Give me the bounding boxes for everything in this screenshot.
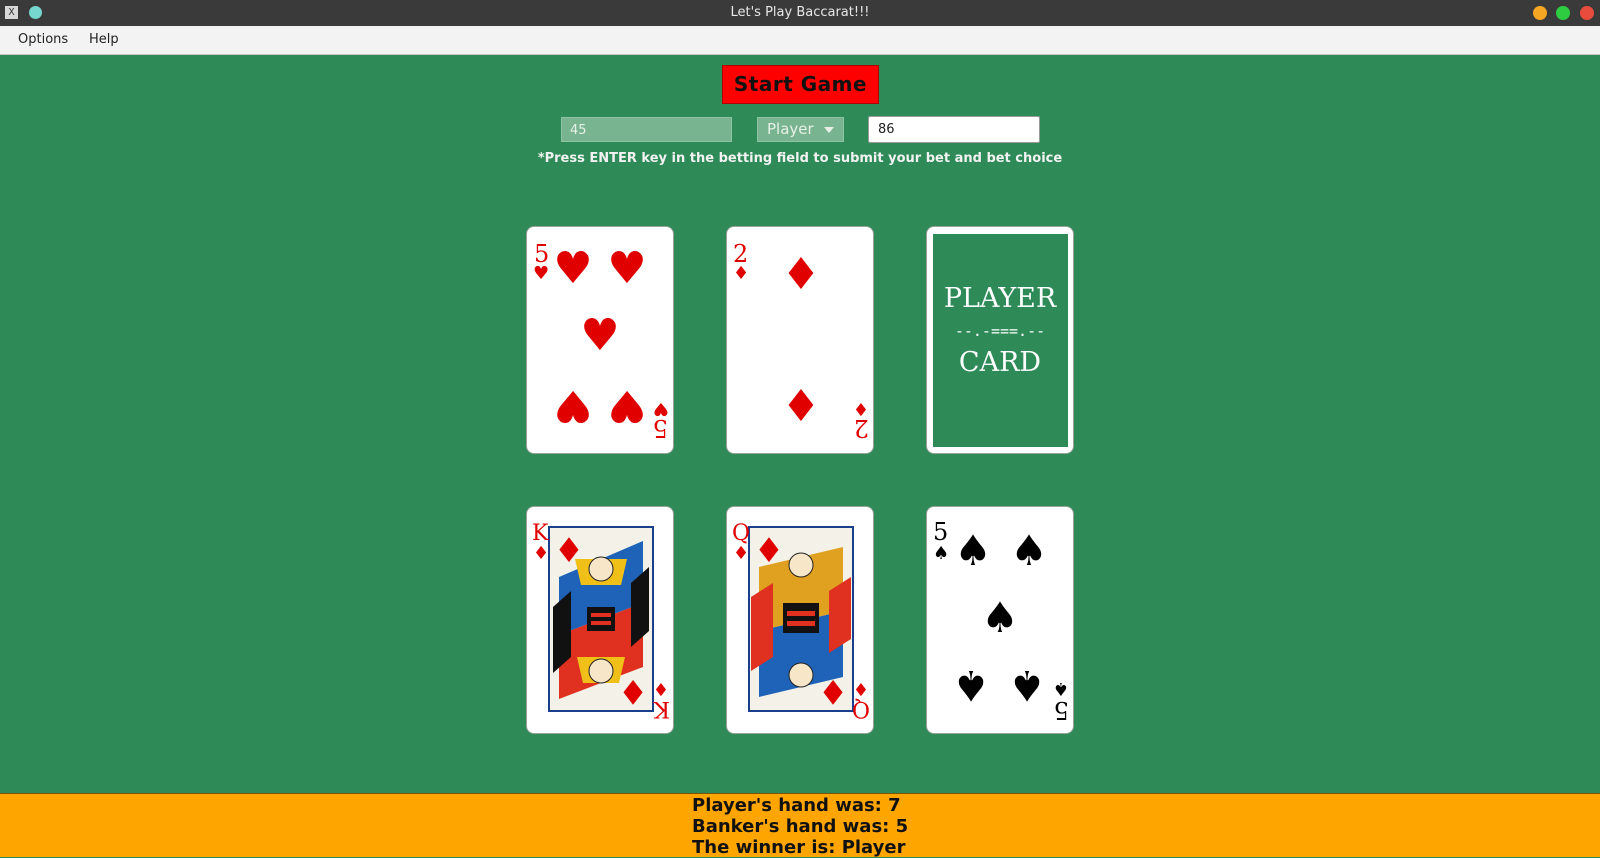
player-card-3-face-down: PLAYER --.-===.-- CARD [926, 226, 1074, 454]
player-card-2: 2 ♦ 2 ♦ ♦ ♦ [726, 226, 874, 454]
close-button[interactable] [1580, 6, 1594, 20]
spade-pip-icon: ♠ [1008, 661, 1046, 710]
diamond-pip-icon: ♦ [554, 531, 584, 571]
maximize-button[interactable] [1556, 6, 1570, 20]
bet-field[interactable]: 45 [561, 117, 732, 142]
results-panel: Player's hand was: 7 Banker's hand was: … [0, 793, 1600, 858]
title-bar: X Let's Play Baccarat!!! [0, 0, 1600, 26]
diamond-pip-icon: ♦ [754, 531, 784, 571]
winner-result: The winner is: Player [692, 837, 906, 858]
card-back-divider: --.-===.-- [955, 322, 1045, 340]
card-suit-icon: ♠ [933, 543, 949, 564]
card-suit-icon: ♥ [533, 263, 549, 284]
card-suit-icon: ♠ [1053, 678, 1069, 699]
banker-card-3: 5 ♠ 5 ♠ ♠ ♠ ♠ ♠ ♠ [926, 506, 1074, 734]
start-game-button[interactable]: Start Game [722, 65, 879, 104]
card-back-label-bottom: CARD [959, 347, 1041, 378]
card-suit-icon: ♥ [653, 398, 669, 419]
minimize-button[interactable] [1533, 6, 1547, 20]
betting-hint: *Press ENTER key in the betting field to… [537, 151, 1063, 166]
heart-pip-icon: ♥ [607, 380, 646, 431]
card-suit-icon: ♦ [853, 398, 869, 419]
menu-bar: Options Help [0, 26, 1600, 55]
heart-pip-icon: ♥ [580, 310, 619, 361]
card-suit-icon: ♦ [733, 543, 749, 564]
diamond-pip-icon: ♦ [781, 381, 820, 432]
bet-choice-dropdown[interactable]: Player [757, 117, 844, 142]
spade-pip-icon: ♠ [981, 593, 1019, 642]
player-card-1: 5 ♥ 5 ♥ ♥ ♥ ♥ ♥ ♥ [526, 226, 674, 454]
card-rank: 5 [1054, 696, 1069, 724]
spade-pip-icon: ♠ [1010, 526, 1048, 575]
menu-options[interactable]: Options [18, 26, 68, 54]
card-suit-icon: ♦ [853, 678, 869, 699]
heart-pip-icon: ♥ [553, 380, 592, 431]
diamond-pip-icon: ♦ [618, 671, 648, 711]
diamond-pip-icon: ♦ [818, 671, 848, 711]
bet-choice-value: Player [767, 120, 814, 138]
menu-help[interactable]: Help [89, 26, 119, 54]
chevron-down-icon [824, 127, 834, 133]
banker-card-2: Q ♦ ♦ Q ♦ ♦ [726, 506, 874, 734]
card-suit-icon: ♦ [533, 543, 549, 564]
card-suit-icon: ♦ [733, 263, 749, 284]
card-back-label-top: PLAYER [944, 283, 1057, 314]
player-hand-result: Player's hand was: 7 [692, 795, 901, 816]
card-back [933, 234, 1068, 447]
banker-hand-result: Banker's hand was: 5 [692, 816, 909, 837]
heart-pip-icon: ♥ [553, 243, 592, 294]
card-suit-icon: ♦ [653, 678, 669, 699]
diamond-pip-icon: ♦ [781, 249, 820, 300]
spade-pip-icon: ♠ [954, 526, 992, 575]
heart-pip-icon: ♥ [607, 243, 646, 294]
amount-field[interactable]: 86 [868, 116, 1040, 143]
spade-pip-icon: ♠ [952, 661, 990, 710]
banker-card-1: K ♦ ♦ K ♦ ♦ [526, 506, 674, 734]
card-rank: 5 [933, 518, 948, 546]
window-title: Let's Play Baccarat!!! [730, 5, 870, 20]
